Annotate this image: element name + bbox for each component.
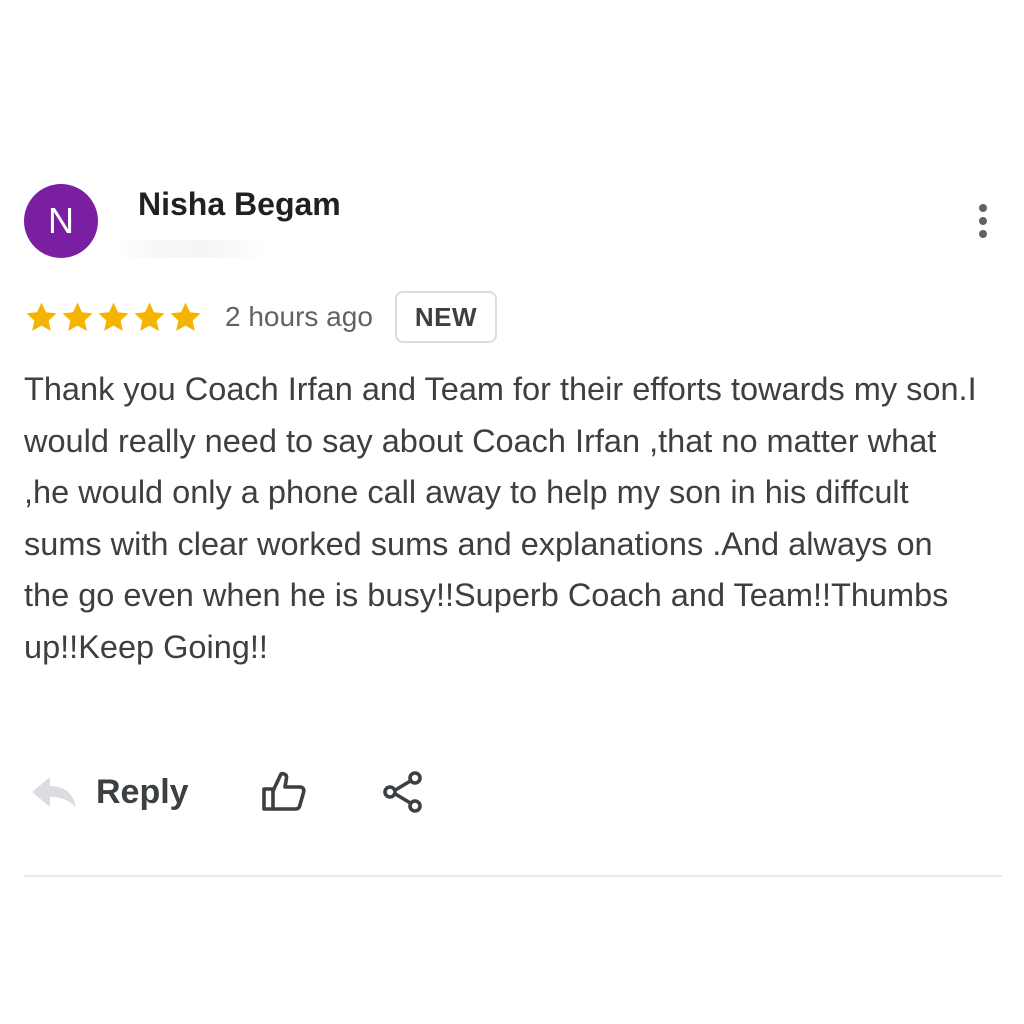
thumbs-up-icon[interactable] [261,769,307,815]
star-rating [24,300,203,335]
divider [24,875,1002,877]
new-badge: NEW [394,291,498,343]
star-icon [134,302,165,331]
star-icon [170,302,201,331]
reviewer-name[interactable]: Nisha Begam [138,186,341,223]
review-actions: Reply [30,762,425,822]
reply-icon [32,777,76,808]
more-options-icon-dot [979,217,987,225]
share-icon[interactable] [381,770,425,814]
reply-button[interactable]: Reply [30,773,189,812]
star-icon [62,302,93,331]
reviewer-subline [116,240,266,258]
star-icon [98,302,129,331]
avatar-initial: N [48,200,74,241]
avatar[interactable]: N [24,184,98,258]
review-text: Thank you Coach Irfan and Team for their… [24,371,977,665]
more-options-button[interactable] [966,200,1000,242]
review-timestamp: 2 hours ago [225,301,373,332]
more-options-icon-dot [979,230,987,238]
review-card: N Nisha Begam 2 hours ago NEW Thank you … [0,0,1024,1024]
reply-label: Reply [96,772,189,811]
more-options-icon [979,204,987,212]
star-icon [26,302,57,331]
rating-row: 2 hours ago NEW [24,290,498,344]
